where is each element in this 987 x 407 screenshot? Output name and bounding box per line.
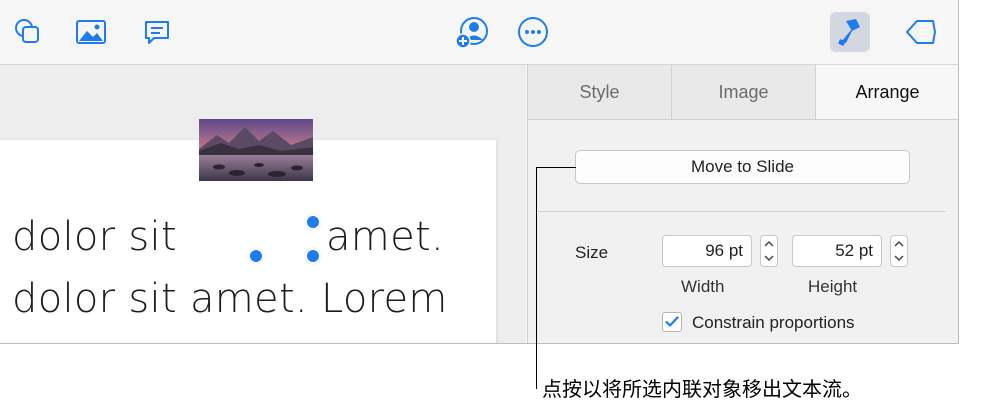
toolbar <box>0 0 958 65</box>
callout-leader-vertical <box>536 167 537 389</box>
canvas-area: dolor sit amet. dolor sit amet. Lorem <box>0 65 526 343</box>
callout-text: 点按以将所选内联对象移出文本流。 <box>542 377 862 401</box>
height-caption: Height <box>808 277 858 296</box>
inspector-tabs: Style Image Arrange <box>528 65 958 120</box>
height-stepper[interactable] <box>890 235 908 267</box>
resize-handle-bottom-right[interactable] <box>305 248 321 264</box>
chevron-down-icon[interactable] <box>764 255 774 262</box>
collaborate-button[interactable] <box>452 12 492 52</box>
height-field[interactable]: 52 pt <box>792 235 882 267</box>
shapes-icon <box>15 19 39 43</box>
resize-handle-top-right[interactable] <box>305 214 321 230</box>
text-line-1-start[interactable]: dolor sit <box>12 214 177 260</box>
media-button[interactable] <box>71 12 111 52</box>
format-button[interactable] <box>830 12 870 52</box>
chevron-down-icon[interactable] <box>894 255 904 262</box>
more-button[interactable] <box>513 12 553 52</box>
inspector-panel: Style Image Arrange Move to Slide Size 9… <box>527 65 958 343</box>
section-divider <box>538 211 946 212</box>
text-line-2[interactable]: dolor sit amet. Lorem <box>12 276 448 322</box>
constrain-proportions-checkbox[interactable] <box>662 312 682 332</box>
tab-image[interactable]: Image <box>672 65 816 119</box>
app-window: dolor sit amet. dolor sit amet. Lorem St… <box>0 0 959 344</box>
format-icon <box>838 19 860 46</box>
constrain-proportions-label: Constrain proportions <box>692 313 855 332</box>
move-to-slide-button[interactable]: Move to Slide <box>575 150 910 184</box>
collaborate-icon <box>455 17 488 49</box>
resize-handle-bottom-center[interactable] <box>248 248 264 264</box>
more-icon <box>518 17 548 47</box>
callout-leader-horizontal <box>536 167 576 168</box>
width-stepper[interactable] <box>760 235 778 267</box>
comment-icon <box>145 21 169 44</box>
landscape-photo <box>199 119 313 181</box>
comment-button[interactable] <box>137 12 177 52</box>
tab-arrange[interactable]: Arrange <box>816 65 958 119</box>
document-button[interactable] <box>901 12 941 52</box>
checkmark-icon <box>665 316 679 327</box>
chevron-up-icon[interactable] <box>764 240 774 247</box>
media-icon <box>76 20 106 44</box>
shapes-button[interactable] <box>8 12 48 52</box>
size-label: Size <box>575 243 609 262</box>
chevron-up-icon[interactable] <box>894 240 904 247</box>
document-icon <box>906 20 936 44</box>
width-field[interactable]: 96 pt <box>662 235 752 267</box>
inline-image[interactable] <box>199 119 313 181</box>
width-caption: Width <box>681 277 725 296</box>
tab-style[interactable]: Style <box>528 65 672 119</box>
text-line-1-end[interactable]: amet. <box>326 214 444 260</box>
